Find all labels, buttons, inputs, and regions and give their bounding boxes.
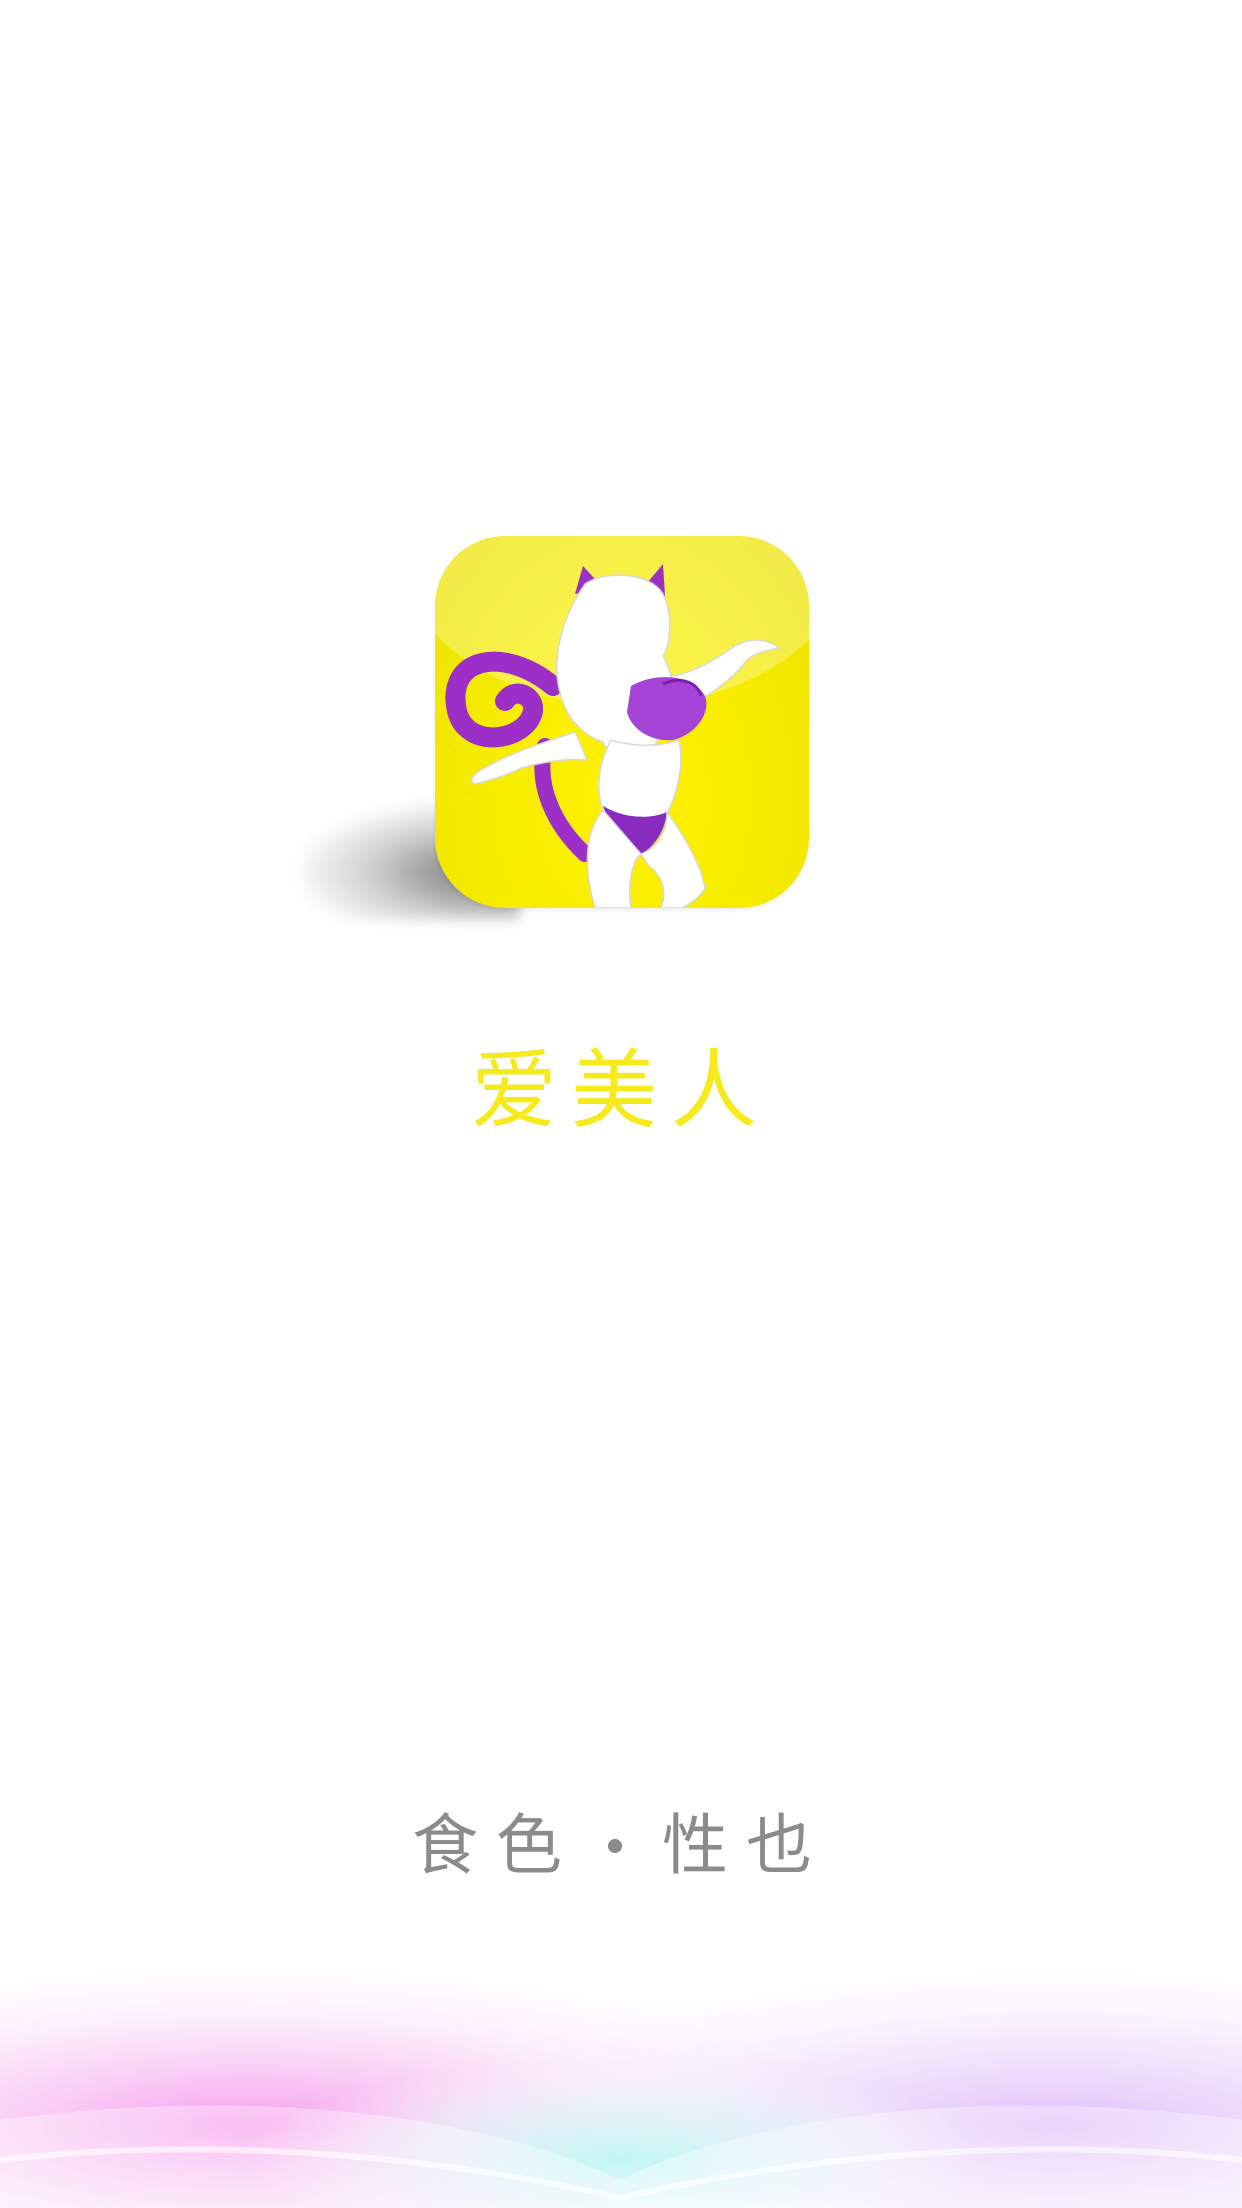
light-burst-decoration [0,1880,1242,2208]
app-name: 爱美人 [471,1041,771,1141]
app-logo [300,530,810,920]
slogan: 食色 性也 [0,1792,1242,1888]
slogan-right: 性也 [662,1807,830,1884]
splash-screen: 爱美人 食色 性也 [0,0,1242,2208]
app-icon [435,536,809,908]
slogan-left: 食色 [412,1807,580,1884]
cat-girl-silhouette-icon [445,564,781,908]
dot-separator-icon [608,1838,622,1853]
